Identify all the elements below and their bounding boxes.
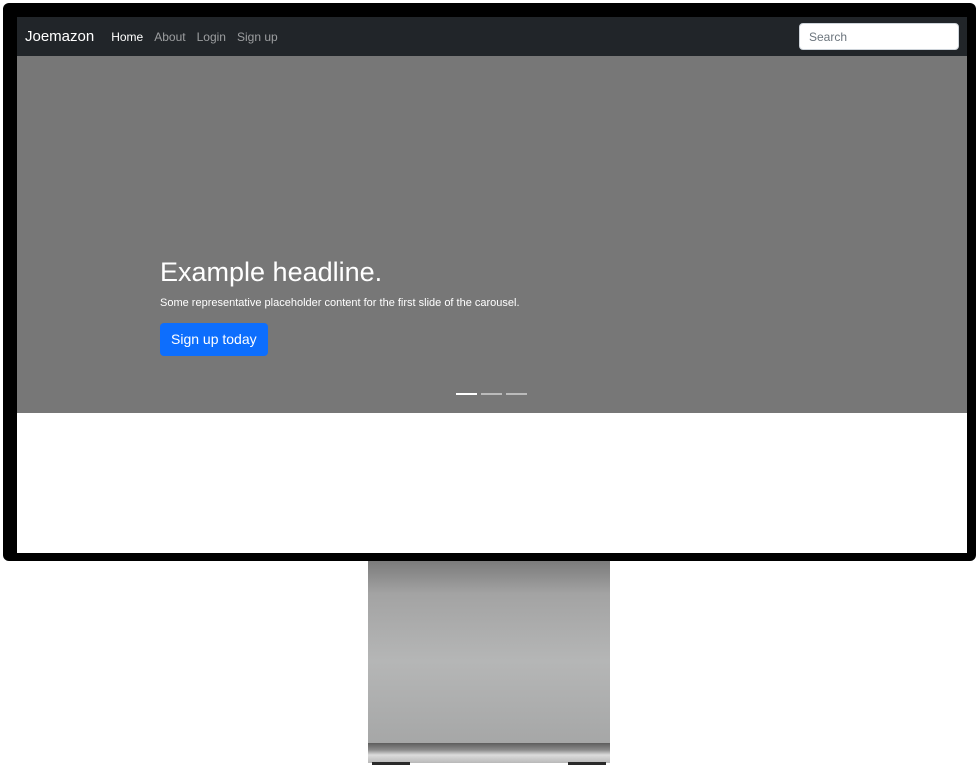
nav-link-signup[interactable]: Sign up (237, 30, 278, 44)
navbar: Joemazon Home About Login Sign up (17, 17, 967, 56)
nav-link-login[interactable]: Login (197, 30, 226, 44)
signup-button[interactable]: Sign up today (160, 323, 268, 356)
nav-links: Home About Login Sign up (111, 30, 288, 44)
nav-link-home[interactable]: Home (111, 30, 143, 44)
brand-logo[interactable]: Joemazon (25, 28, 94, 45)
carousel-indicators (456, 393, 527, 395)
hero-carousel: Example headline. Some representative pl… (17, 56, 967, 413)
monitor-stand (368, 561, 610, 743)
carousel-indicator-2[interactable] (481, 393, 502, 395)
carousel-headline: Example headline. (160, 257, 383, 287)
monitor-foot-left (372, 762, 410, 765)
carousel-indicator-3[interactable] (506, 393, 527, 395)
search-input[interactable] (799, 23, 959, 50)
monitor-stand-base (368, 743, 610, 763)
nav-link-about[interactable]: About (154, 30, 185, 44)
carousel-text: Some representative placeholder content … (160, 297, 520, 309)
carousel-indicator-1[interactable] (456, 393, 477, 395)
screen: Joemazon Home About Login Sign up Exampl… (17, 17, 967, 553)
monitor-foot-right (568, 762, 606, 765)
monitor-frame: Joemazon Home About Login Sign up Exampl… (3, 3, 976, 561)
carousel-caption: Example headline. Some representative pl… (160, 256, 760, 356)
